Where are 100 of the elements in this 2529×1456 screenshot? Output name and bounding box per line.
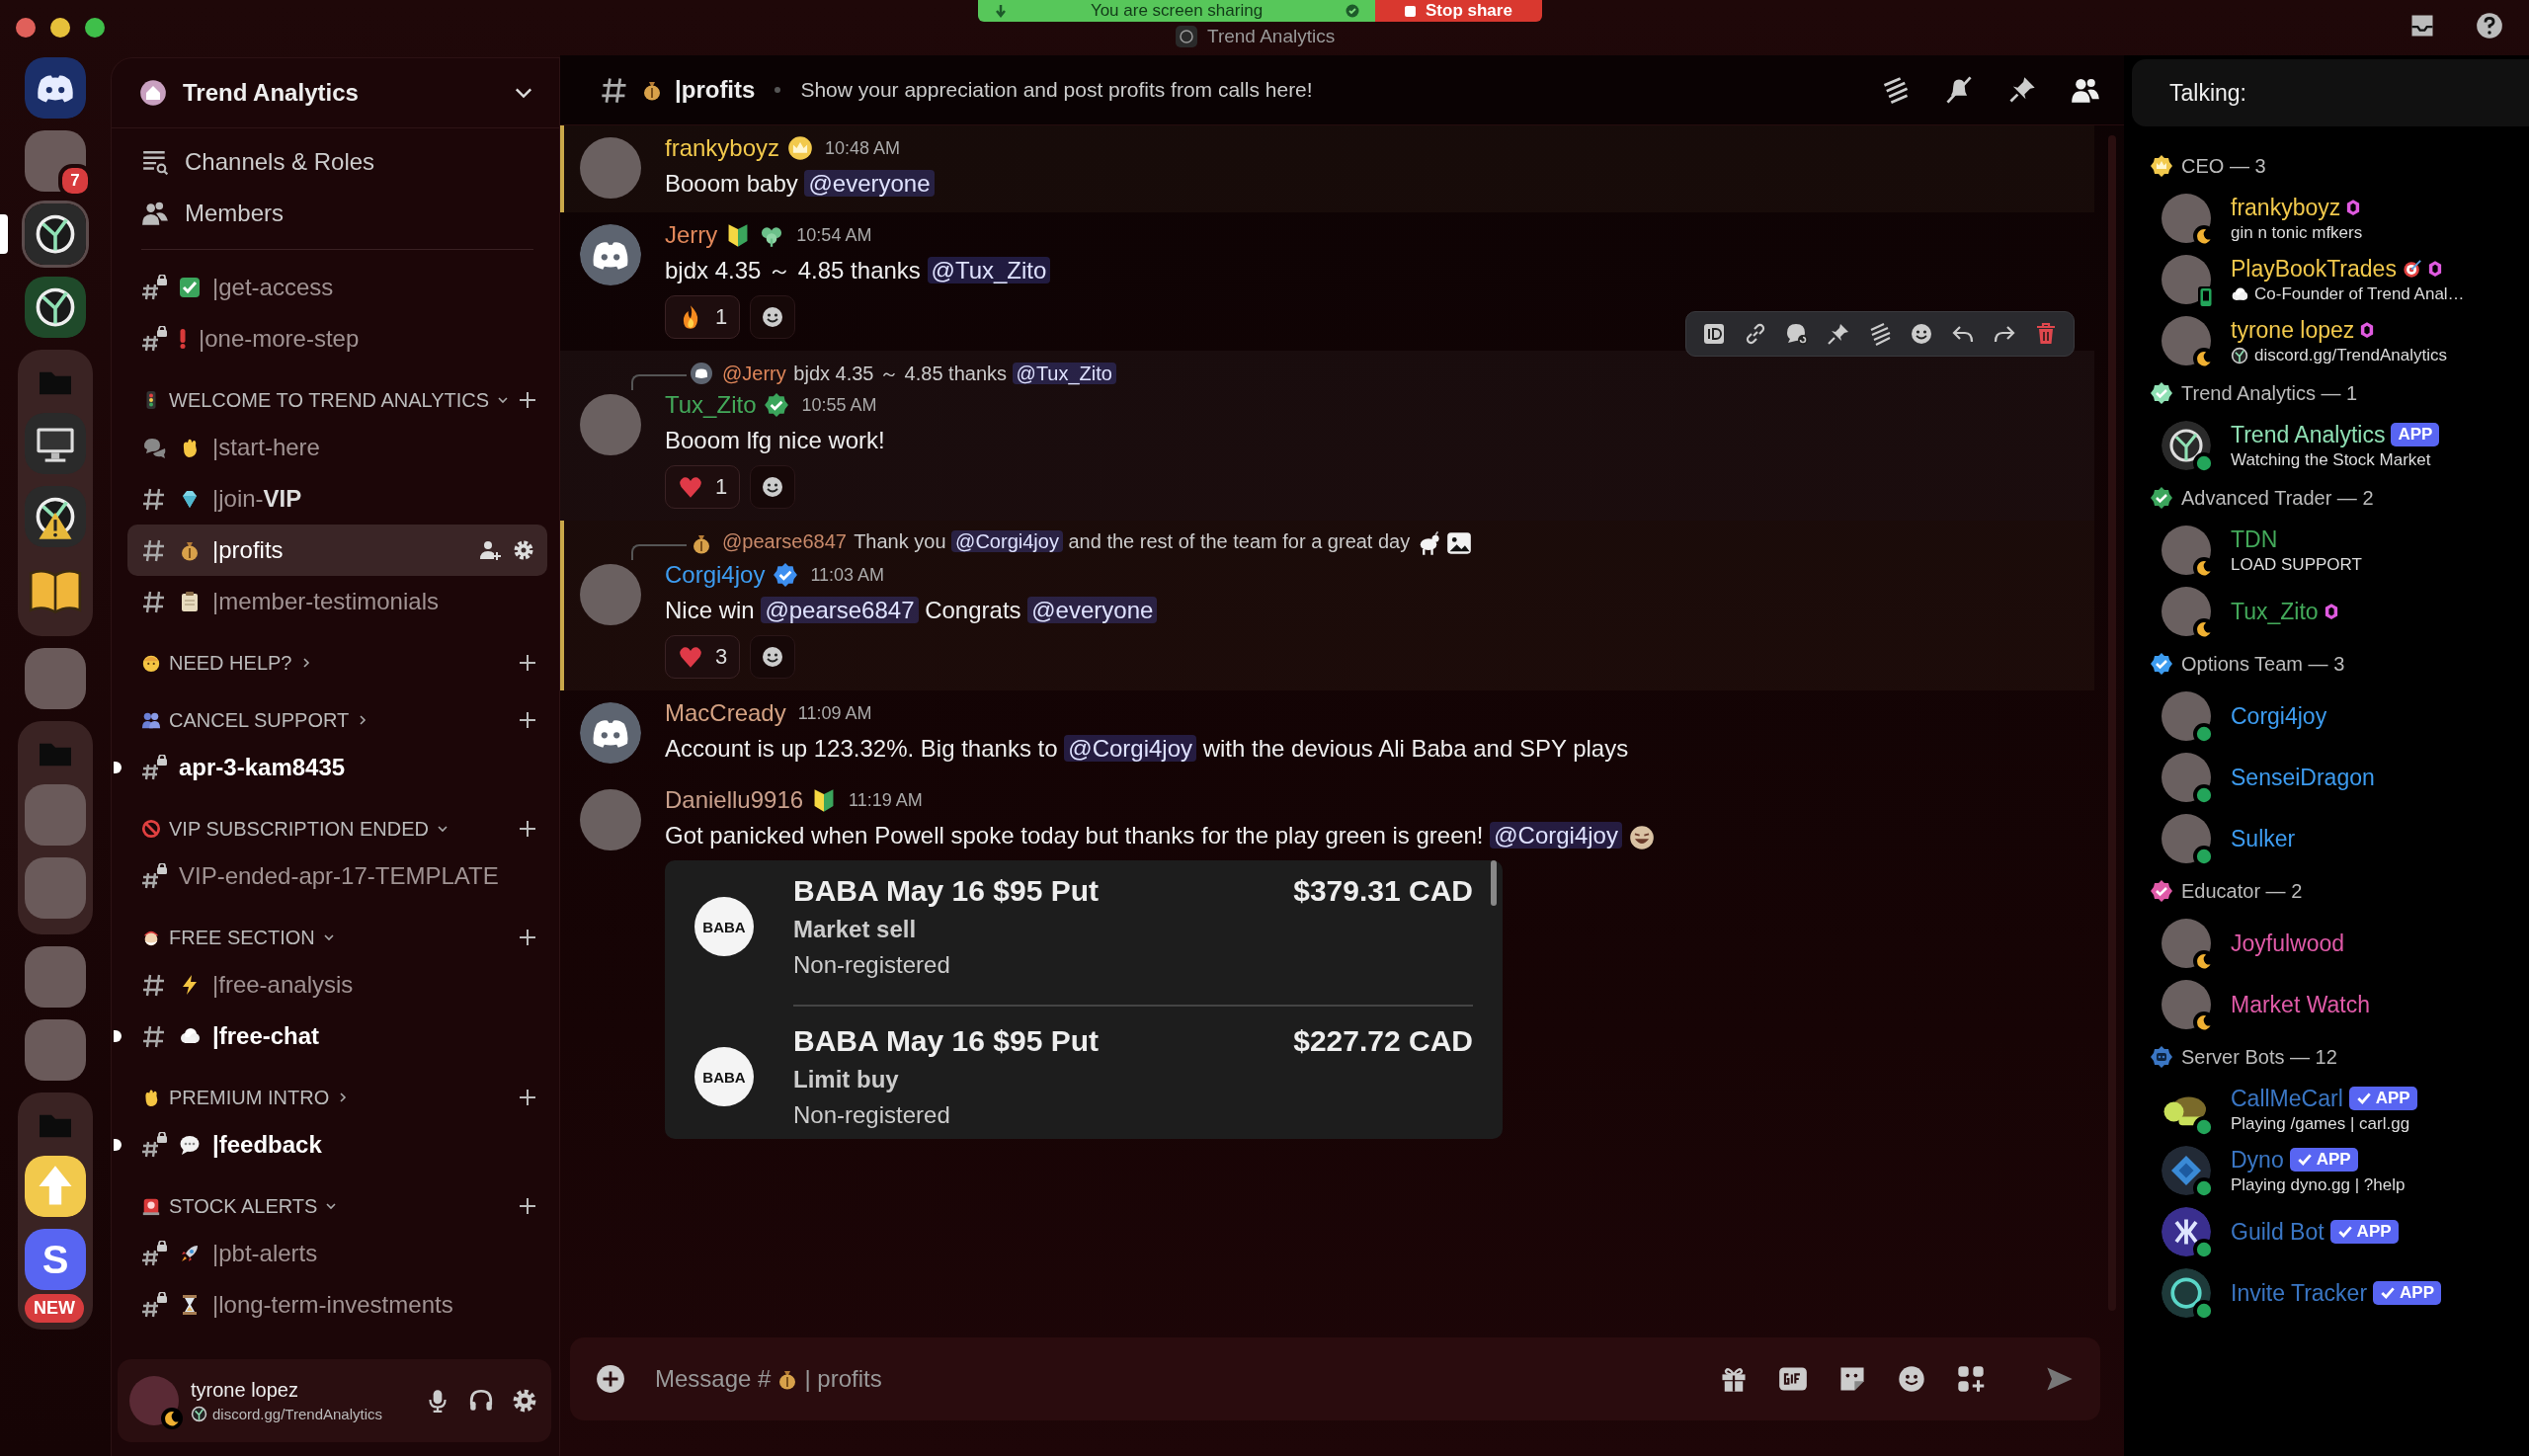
plus-icon[interactable] (518, 653, 537, 673)
threads-icon[interactable] (1881, 75, 1911, 105)
channel-item[interactable]: |profits (127, 525, 547, 576)
channel-item[interactable]: |pbt-alerts (127, 1228, 547, 1279)
member-item[interactable]: Dyno APP Playing dyno.gg | ?help (2150, 1140, 2529, 1201)
trash-icon[interactable] (2034, 322, 2058, 346)
channel-item[interactable]: |long-term-investments (127, 1279, 547, 1331)
threads-icon[interactable] (1868, 322, 1892, 346)
muted-bell-icon[interactable] (1944, 75, 1974, 105)
server-icon[interactable]: S (25, 1229, 86, 1290)
author-name[interactable]: Tux_Zito (665, 391, 757, 419)
smiley-icon[interactable] (1897, 1364, 1926, 1394)
member-item[interactable]: tyrone lopez discord.gg/TrendAnalytics (2150, 310, 2529, 371)
chart-logo-icon[interactable] (25, 203, 86, 265)
category-header[interactable]: NEED HELP? (141, 651, 312, 675)
gif-icon[interactable] (1778, 1364, 1808, 1394)
reply-preview[interactable]: @pearse6847 Thank you @Corgi4joy and the rest of the team for a great day (722, 530, 1473, 556)
server-folder[interactable] (18, 350, 93, 636)
member-item[interactable]: Corgi4joy (2150, 686, 2529, 747)
mention-link[interactable]: @Tux_Zito (1012, 362, 1116, 384)
plus-icon[interactable] (518, 710, 537, 730)
author-name[interactable]: Jerry (665, 221, 718, 249)
category-header[interactable]: WELCOME TO TREND ANALYTICS (141, 388, 510, 412)
discord-server-icon[interactable] (25, 57, 86, 119)
close-window-button[interactable] (16, 18, 36, 38)
headphones-icon[interactable] (468, 1388, 494, 1414)
mention-link[interactable]: @Tux_Zito (927, 257, 1051, 283)
warning-logo-icon[interactable] (25, 486, 86, 547)
channel-item[interactable]: |feedback (127, 1119, 547, 1171)
category-header[interactable]: VIP SUBSCRIPTION ENDED (141, 817, 449, 841)
server-photo-placeholder[interactable] (25, 946, 86, 1008)
category-header[interactable]: STOCK ALERTS (141, 1194, 338, 1218)
server-photo-placeholder[interactable] (25, 648, 86, 709)
pin-icon[interactable] (1827, 322, 1850, 346)
reaction-button[interactable]: 1 (665, 295, 741, 339)
scrollbar[interactable] (2108, 135, 2116, 1311)
category-header[interactable]: PREMIUM INTRO (141, 1086, 350, 1109)
channel-item[interactable]: |get-access (127, 262, 547, 313)
author-name[interactable]: MacCready (665, 699, 786, 727)
channel-item[interactable]: |join-VIP (127, 473, 547, 525)
member-item[interactable]: SenseiDragon (2150, 747, 2529, 808)
sticker-icon[interactable] (1837, 1364, 1867, 1394)
member-item[interactable]: Market Watch (2150, 974, 2529, 1035)
server-photo-placeholder[interactable] (25, 1019, 86, 1081)
add-reaction-button[interactable] (750, 635, 796, 679)
settings-icon[interactable] (512, 1388, 537, 1414)
member-item[interactable]: Guild Bot APP (2150, 1201, 2529, 1262)
chat-bubble-icon[interactable] (1785, 322, 1809, 346)
mention-link[interactable]: @pearse6847 (761, 597, 919, 623)
plus-icon[interactable] (518, 928, 537, 947)
smiley-icon[interactable] (1910, 322, 1933, 346)
member-item[interactable]: Sulker (2150, 808, 2529, 869)
member-item[interactable]: CallMeCarl APP Playing /games | carl.gg (2150, 1079, 2529, 1140)
member-item[interactable]: Joyfulwood (2150, 913, 2529, 974)
add-reaction-button[interactable] (750, 465, 796, 509)
channel-item[interactable]: |free-chat (127, 1011, 547, 1062)
link-icon[interactable] (1744, 322, 1767, 346)
mention-link[interactable]: @Corgi4joy (1490, 822, 1622, 849)
settings-icon[interactable] (512, 538, 535, 562)
help-icon[interactable] (2476, 12, 2503, 40)
pin-icon[interactable] (2007, 75, 2037, 105)
id-icon[interactable] (1702, 322, 1726, 346)
add-member-icon[interactable] (478, 538, 502, 562)
server-folder[interactable]: S NEW (18, 1092, 93, 1330)
plus-icon[interactable] (518, 1196, 537, 1216)
category-header[interactable]: CANCEL SUPPORT (141, 708, 369, 732)
author-name[interactable]: frankyboyz (665, 134, 780, 162)
chart-logo-icon[interactable] (25, 277, 86, 338)
channel-item[interactable]: |member-testimonials (127, 576, 547, 627)
reply-preview[interactable]: @Jerry bjdx 4.35 ～ 4.85 thanks @Tux_Zito (722, 360, 1116, 387)
reaction-button[interactable]: 1 (665, 465, 741, 509)
mention-link[interactable]: @everyone (1027, 597, 1158, 623)
member-item[interactable]: Tux_Zito (2150, 581, 2529, 642)
author-name[interactable]: Corgi4joy (665, 561, 766, 589)
reply-author[interactable]: @pearse6847 (722, 530, 847, 553)
maximize-window-button[interactable] (85, 18, 105, 38)
member-item[interactable]: PlayBookTrades Co-Founder of Trend Anal… (2150, 249, 2529, 310)
member-item[interactable]: TDN LOAD SUPPORT (2150, 520, 2529, 581)
apps-icon[interactable] (1956, 1364, 1986, 1394)
nav-item[interactable]: Channels & Roles (127, 136, 547, 188)
mention-link[interactable]: @Corgi4joy (951, 530, 1063, 553)
add-reaction-button[interactable] (750, 295, 796, 339)
category-header[interactable]: FREE SECTION (141, 926, 335, 949)
channel-item[interactable]: |free-analysis (127, 959, 547, 1011)
channel-item[interactable]: apr-3-kam8435 (127, 742, 547, 793)
stop-share-button[interactable]: Stop share (1375, 0, 1542, 22)
plus-icon[interactable] (518, 819, 537, 839)
reaction-button[interactable]: 3 (665, 635, 741, 679)
mention-link[interactable]: @everyone (804, 170, 935, 197)
member-item[interactable]: frankyboyz gin n tonic mfkers (2150, 188, 2529, 249)
member-item[interactable]: Trend Analytics APP Watching the Stock Market (2150, 415, 2529, 476)
server-header[interactable]: Trend Analytics (112, 58, 559, 128)
channel-item[interactable]: |start-here (127, 422, 547, 473)
plus-icon[interactable] (518, 1088, 537, 1107)
monitor-icon[interactable] (25, 413, 86, 474)
plus-icon[interactable] (518, 390, 537, 410)
reply-author[interactable]: @Jerry (722, 362, 786, 384)
author-name[interactable]: Daniellu9916 (665, 786, 804, 814)
add-attachment-icon[interactable] (596, 1364, 625, 1394)
minimize-window-button[interactable] (50, 18, 70, 38)
